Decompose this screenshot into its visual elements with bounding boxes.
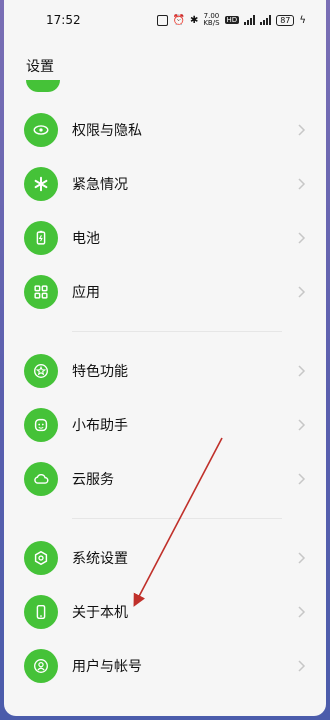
chevron-right-icon bbox=[298, 286, 306, 298]
alarm-icon: ⏰ bbox=[172, 14, 185, 26]
signal-icon bbox=[244, 15, 256, 25]
menu-item-assistant[interactable]: 小布助手 bbox=[4, 398, 326, 452]
menu-item-label: 云服务 bbox=[72, 472, 114, 488]
menu-item-users-accounts[interactable]: 用户与帐号 bbox=[4, 639, 326, 693]
menu-item-about-phone[interactable]: 关于本机 bbox=[4, 585, 326, 639]
status-bar: 17:52 ⏰ ✱ 7.00 KB/S HD 87 ϟ bbox=[4, 0, 326, 40]
star-icon bbox=[24, 354, 58, 388]
emergency-asterisk-icon bbox=[24, 167, 58, 201]
chevron-right-icon bbox=[298, 606, 306, 618]
battery-icon bbox=[24, 221, 58, 255]
phone-icon bbox=[24, 595, 58, 629]
nfc-icon bbox=[156, 14, 168, 26]
status-icons: ⏰ ✱ 7.00 KB/S HD 87 ϟ bbox=[156, 12, 306, 27]
chevron-right-icon bbox=[298, 124, 306, 136]
menu-item-label: 电池 bbox=[72, 231, 100, 247]
menu-item-label: 用户与帐号 bbox=[72, 659, 142, 675]
bluetooth-icon: ✱ bbox=[189, 14, 199, 26]
network-speed: 7.00 KB/S bbox=[203, 12, 220, 27]
assistant-icon bbox=[24, 408, 58, 442]
menu-item-features[interactable]: 特色功能 bbox=[4, 344, 326, 398]
user-icon bbox=[24, 649, 58, 683]
status-time: 17:52 bbox=[46, 13, 81, 27]
battery-indicator: 87 bbox=[276, 14, 295, 26]
chevron-right-icon bbox=[298, 552, 306, 564]
apps-grid-icon bbox=[24, 275, 58, 309]
privacy-eye-icon bbox=[24, 113, 58, 147]
chevron-right-icon bbox=[298, 365, 306, 377]
hexagon-settings-icon bbox=[24, 541, 58, 575]
charging-icon: ϟ bbox=[299, 14, 306, 26]
chevron-right-icon bbox=[298, 419, 306, 431]
chevron-right-icon bbox=[298, 178, 306, 190]
chevron-right-icon bbox=[298, 660, 306, 672]
hd-badge: HD bbox=[224, 16, 240, 24]
menu-item-label: 小布助手 bbox=[72, 418, 128, 434]
menu-item-label: 权限与隐私 bbox=[72, 123, 142, 139]
menu-item-label: 关于本机 bbox=[72, 605, 128, 621]
page-title: 设置 bbox=[26, 59, 54, 75]
menu-item-cloud[interactable]: 云服务 bbox=[4, 452, 326, 506]
menu-item-battery[interactable]: 电池 bbox=[4, 211, 326, 265]
section-divider bbox=[72, 518, 282, 519]
menu-item-system-settings[interactable]: 系统设置 bbox=[4, 531, 326, 585]
menu-item-label: 系统设置 bbox=[72, 551, 128, 567]
signal-icon-2 bbox=[260, 15, 272, 25]
section-divider bbox=[72, 331, 282, 332]
cloud-icon bbox=[24, 462, 58, 496]
menu-item-apps[interactable]: 应用 bbox=[4, 265, 326, 319]
partial-row-icon bbox=[26, 80, 60, 92]
chevron-right-icon bbox=[298, 232, 306, 244]
menu-item-emergency[interactable]: 紧急情况 bbox=[4, 157, 326, 211]
menu-item-label: 特色功能 bbox=[72, 364, 128, 380]
menu-item-privacy[interactable]: 权限与隐私 bbox=[4, 103, 326, 157]
settings-screen: 17:52 ⏰ ✱ 7.00 KB/S HD 87 ϟ 设置 权限与隐私 紧急情况 bbox=[4, 0, 326, 716]
menu-item-label: 紧急情况 bbox=[72, 177, 128, 193]
chevron-right-icon bbox=[298, 473, 306, 485]
menu-item-label: 应用 bbox=[72, 285, 100, 301]
